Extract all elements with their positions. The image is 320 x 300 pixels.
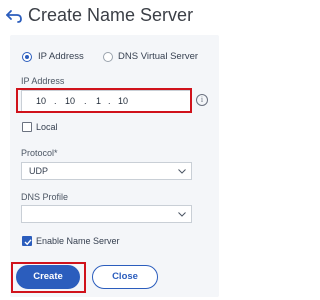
ip-octet-1[interactable]: 10 — [36, 96, 46, 106]
create-button[interactable]: Create — [16, 265, 80, 289]
dns-profile-label: DNS Profile — [21, 192, 69, 202]
ip-address-radio-label[interactable]: IP Address — [38, 51, 84, 62]
ip-address-input[interactable] — [21, 90, 191, 112]
ip-address-label: IP Address — [21, 76, 65, 86]
dns-virtual-server-radio-label[interactable]: DNS Virtual Server — [118, 51, 198, 62]
info-icon[interactable]: i — [196, 94, 208, 106]
enable-name-server-checkbox[interactable] — [22, 236, 32, 246]
dns-virtual-server-radio[interactable] — [103, 52, 113, 62]
ip-separator-1: . — [54, 96, 57, 106]
page-title: Create Name Server — [28, 5, 194, 25]
local-checkbox-label[interactable]: Local — [36, 122, 58, 132]
chevron-down-icon — [178, 212, 186, 217]
close-button[interactable]: Close — [92, 265, 158, 289]
ip-octet-3[interactable]: 1 — [96, 96, 101, 106]
enable-name-server-label[interactable]: Enable Name Server — [36, 236, 120, 246]
back-arrow-icon[interactable] — [4, 6, 24, 26]
ip-separator-3: . — [108, 96, 111, 106]
chevron-down-icon — [178, 169, 186, 174]
ip-address-radio[interactable] — [22, 52, 32, 62]
ip-octet-4[interactable]: 10 — [118, 96, 128, 106]
checkmark-icon — [24, 239, 32, 246]
ip-octet-2[interactable]: 10 — [65, 96, 75, 106]
protocol-value: UDP — [29, 166, 49, 176]
protocol-label: Protocol* — [21, 148, 58, 158]
local-checkbox[interactable] — [22, 122, 32, 132]
dns-profile-select[interactable] — [21, 205, 192, 223]
ip-separator-2: . — [84, 96, 87, 106]
